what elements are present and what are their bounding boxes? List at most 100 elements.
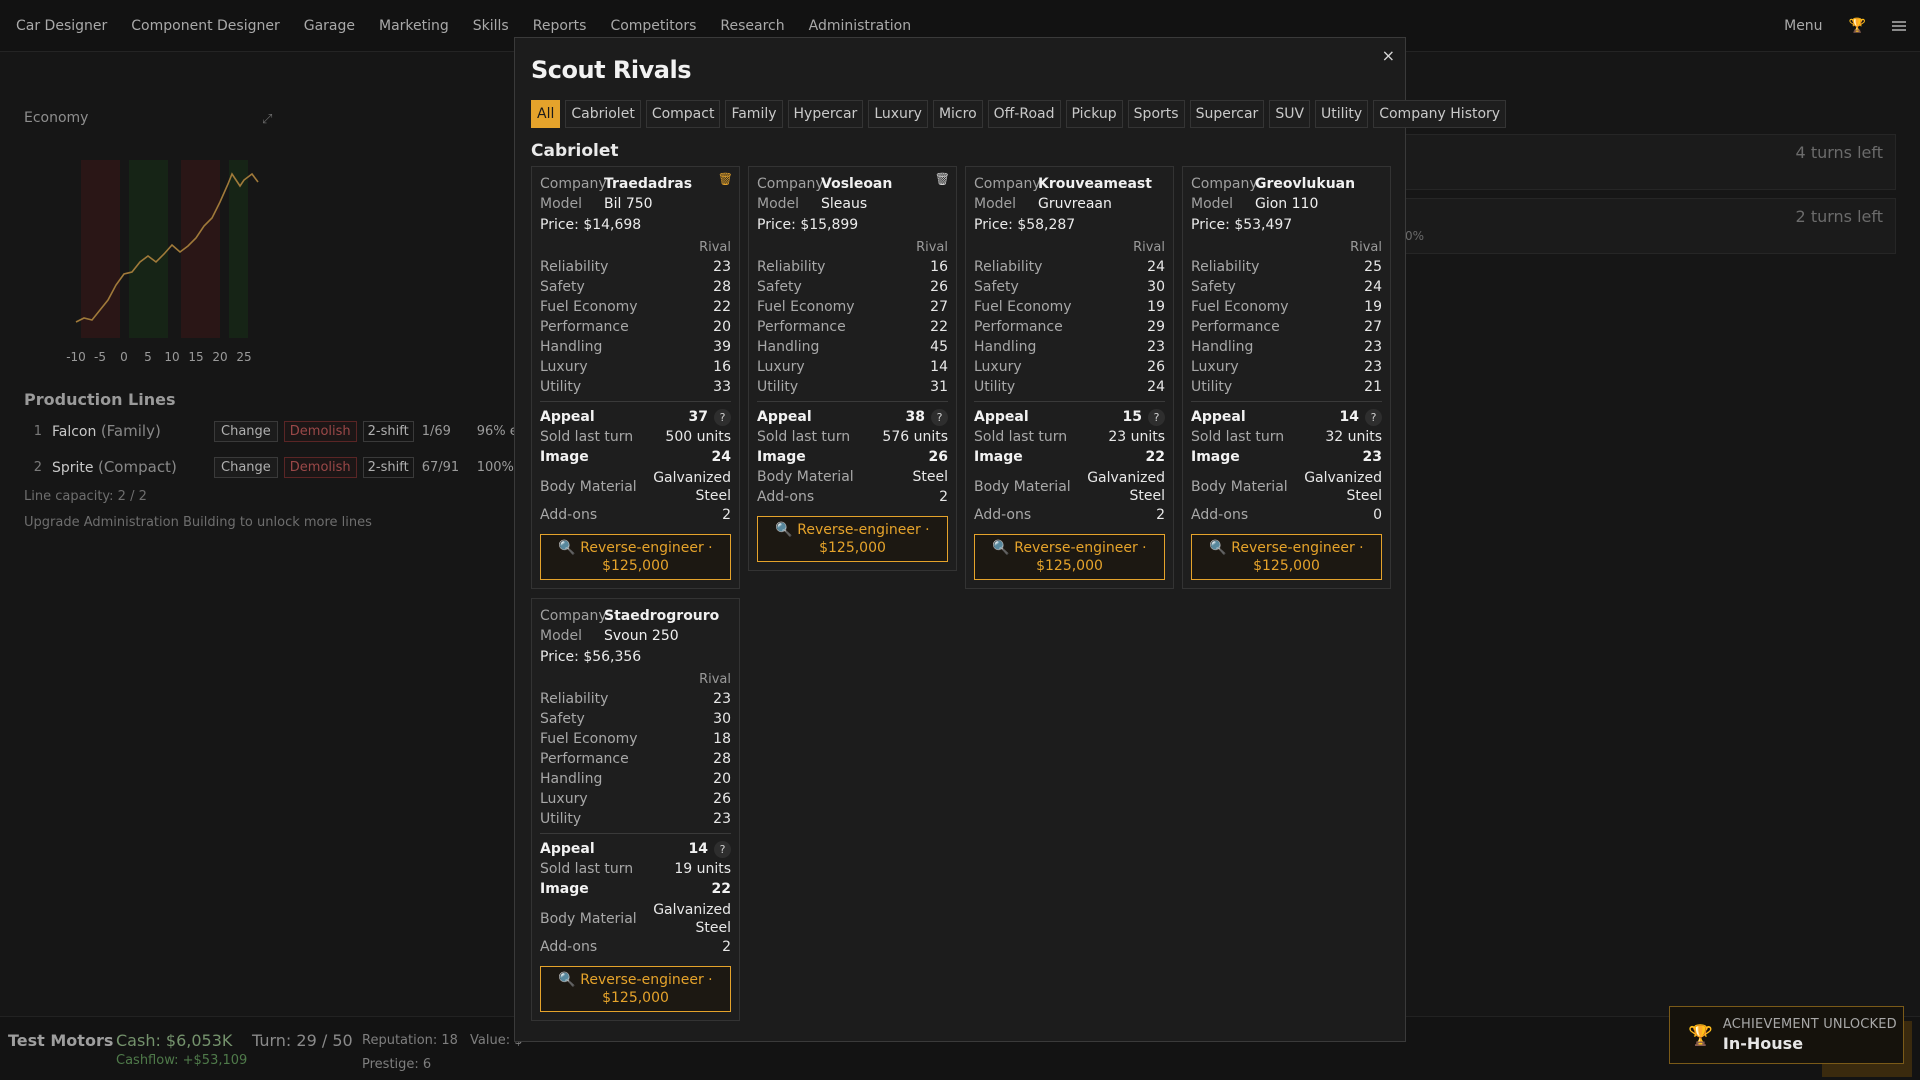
fuel-economy-value: 22	[713, 299, 731, 315]
line-capacity: Line capacity: 2 / 2	[24, 489, 147, 504]
nav-skills[interactable]: Skills	[473, 18, 509, 34]
reverse-engineer-line1: 🔍 Reverse-engineer ·	[1192, 539, 1381, 557]
tab-supercar[interactable]: Supercar	[1189, 100, 1265, 128]
nav-competitors[interactable]: Competitors	[610, 18, 696, 34]
expand-icon[interactable]: ⤢	[262, 112, 272, 127]
tab-cabriolet[interactable]: Cabriolet	[565, 100, 641, 128]
utility-label: Utility	[974, 379, 1016, 395]
fuel-economy-label: Fuel Economy	[540, 731, 638, 747]
tab-pickup[interactable]: Pickup	[1065, 100, 1123, 128]
utility-label: Utility	[757, 379, 799, 395]
sold-value: 19 units	[674, 861, 731, 877]
demolish-button[interactable]: Demolish	[283, 456, 357, 478]
safety-value: 28	[713, 279, 731, 295]
nav-component-designer[interactable]: Component Designer	[131, 18, 279, 34]
model-name: Gruvreaan	[1038, 196, 1112, 212]
tab-off-road[interactable]: Off-Road	[987, 100, 1061, 128]
reverse-engineer-button[interactable]: 🔍 Reverse-engineer · $125,000	[540, 966, 731, 1012]
reverse-engineer-button[interactable]: 🔍 Reverse-engineer · $125,000	[974, 534, 1165, 580]
demolish-button[interactable]: Demolish	[283, 420, 357, 442]
nav-garage[interactable]: Garage	[304, 18, 355, 34]
reverse-engineer-button[interactable]: 🔍 Reverse-engineer · $125,000	[757, 516, 948, 562]
tab-hypercar[interactable]: Hypercar	[787, 100, 864, 128]
tab-micro[interactable]: Micro	[932, 100, 983, 128]
luxury-label: Luxury	[540, 791, 588, 807]
delete-icon[interactable]: 🗑	[718, 172, 733, 186]
help-icon[interactable]: ?	[714, 840, 731, 858]
hamburger-icon[interactable]	[1892, 21, 1906, 31]
image-label: Image	[757, 449, 806, 465]
fuel-economy-value: 19	[1147, 299, 1165, 315]
help-icon[interactable]: ?	[714, 408, 731, 426]
magnifier-icon: 🔍	[775, 522, 793, 538]
tab-luxury[interactable]: Luxury	[868, 100, 928, 128]
reverse-engineer-button[interactable]: 🔍 Reverse-engineer · $125,000	[1191, 534, 1382, 580]
line-count: 67/91	[421, 459, 460, 475]
tab-suv[interactable]: SUV	[1269, 100, 1311, 128]
price: Price: $56,356	[540, 649, 642, 665]
addons-value: 0	[1373, 507, 1382, 523]
economy-band-green	[129, 160, 168, 338]
close-icon[interactable]: ×	[1382, 46, 1395, 65]
tab-all[interactable]: All	[531, 100, 561, 128]
price: Price: $58,287	[974, 217, 1076, 233]
appeal-label: Appeal	[974, 409, 1029, 425]
nav-car-designer[interactable]: Car Designer	[16, 18, 107, 34]
reverse-engineer-button[interactable]: 🔍 Reverse-engineer · $125,000	[540, 534, 731, 580]
economy-chart: -10 -5 0 5 10 15 20 25	[66, 160, 259, 364]
tab-utility[interactable]: Utility	[1315, 100, 1369, 128]
utility-label: Utility	[1191, 379, 1233, 395]
reliability-value: 23	[713, 691, 731, 707]
company-label: Company	[540, 176, 607, 192]
fuel-economy-value: 19	[1364, 299, 1382, 315]
delete-icon[interactable]: 🗑	[935, 172, 950, 186]
economy-x-tick: 10	[164, 350, 179, 364]
addons-value: 2	[722, 507, 731, 523]
nav-reports[interactable]: Reports	[533, 18, 587, 34]
reverse-engineer-label: Reverse-engineer ·	[580, 972, 713, 988]
body-material-value: Galvanized Steel	[1087, 469, 1165, 505]
handling-label: Handling	[540, 771, 603, 787]
tab-sports[interactable]: Sports	[1127, 100, 1185, 128]
nav-research[interactable]: Research	[720, 18, 784, 34]
luxury-label: Luxury	[1191, 359, 1239, 375]
achievement-toast[interactable]: 🏆 ACHIEVEMENT UNLOCKED In-House	[1669, 1006, 1904, 1064]
help-icon[interactable]: ?	[1148, 408, 1165, 426]
reliability-label: Reliability	[540, 259, 609, 275]
line-model: Sprite (Compact)	[52, 458, 214, 476]
performance-value: 29	[1147, 319, 1165, 335]
handling-label: Handling	[1191, 339, 1254, 355]
trophy-icon[interactable]: 🏆	[1849, 18, 1866, 34]
divider	[974, 401, 1165, 402]
tab-family[interactable]: Family	[725, 100, 783, 128]
addons-value: 2	[939, 489, 948, 505]
tab-company-history[interactable]: Company History	[1373, 100, 1507, 128]
reputation-value: Reputation: 18	[362, 1033, 458, 1048]
change-button[interactable]: Change	[214, 456, 278, 478]
help-icon[interactable]: ?	[1365, 408, 1382, 426]
shift-badge[interactable]: 2-shift	[362, 456, 414, 478]
handling-value: 45	[930, 339, 948, 355]
model-label: Model	[540, 628, 583, 644]
appeal-value: 15	[1122, 409, 1142, 425]
menu-button[interactable]: Menu	[1784, 18, 1822, 34]
line-number: 2	[33, 459, 42, 475]
reliability-value: 16	[930, 259, 948, 275]
nav-administration[interactable]: Administration	[809, 18, 911, 34]
shift-badge[interactable]: 2-shift	[362, 420, 414, 442]
line-model-name: Sprite	[52, 460, 94, 476]
help-icon[interactable]: ?	[931, 408, 948, 426]
upgrade-note: Upgrade Administration Building to unloc…	[24, 515, 372, 530]
utility-value: 31	[930, 379, 948, 395]
utility-label: Utility	[540, 379, 582, 395]
image-label: Image	[974, 449, 1023, 465]
tab-compact[interactable]: Compact	[645, 100, 721, 128]
performance-value: 22	[930, 319, 948, 335]
cash-value: Cash: $6,053K	[116, 1031, 233, 1050]
nav-right: Menu 🏆	[1784, 0, 1906, 52]
nav-marketing[interactable]: Marketing	[379, 18, 449, 34]
model-label: Model	[757, 196, 800, 212]
performance-label: Performance	[540, 319, 629, 335]
change-button[interactable]: Change	[214, 420, 278, 442]
sold-label: Sold last turn	[974, 429, 1068, 445]
